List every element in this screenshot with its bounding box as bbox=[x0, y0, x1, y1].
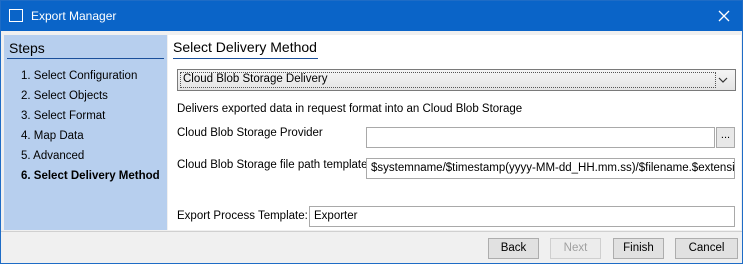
finish-button[interactable]: Finish bbox=[613, 238, 664, 259]
close-icon bbox=[718, 10, 730, 22]
step-select-format[interactable]: 3. Select Format bbox=[21, 110, 105, 122]
step-advanced[interactable]: 5. Advanced bbox=[21, 150, 84, 162]
footer-divider bbox=[1, 231, 742, 232]
steps-divider bbox=[7, 58, 164, 59]
delivery-method-select[interactable]: Cloud Blob Storage Delivery bbox=[177, 69, 736, 91]
provider-field[interactable] bbox=[366, 127, 715, 148]
section-title: Select Delivery Method bbox=[173, 39, 317, 55]
cancel-button[interactable]: Cancel bbox=[675, 238, 738, 259]
process-template-field[interactable]: Exporter bbox=[309, 206, 735, 227]
steps-title: Steps bbox=[9, 40, 45, 56]
provider-label: Cloud Blob Storage Provider bbox=[177, 127, 323, 139]
path-template-field[interactable]: $systemname/$timestamp(yyyy-MM-dd_HH.mm.… bbox=[366, 158, 735, 179]
back-button[interactable]: Back bbox=[488, 238, 539, 259]
delivery-description: Delivers exported data in request format… bbox=[177, 103, 523, 115]
next-button[interactable]: Next bbox=[550, 238, 601, 259]
step-map-data[interactable]: 4. Map Data bbox=[21, 130, 84, 142]
close-button[interactable] bbox=[714, 6, 734, 26]
delivery-method-value: Cloud Blob Storage Delivery bbox=[183, 73, 328, 85]
export-manager-window: Export Manager Steps 1. Select Configura… bbox=[0, 0, 743, 264]
provider-browse-button[interactable]: ... bbox=[716, 127, 735, 148]
step-select-objects[interactable]: 2. Select Objects bbox=[21, 90, 108, 102]
process-template-label: Export Process Template: bbox=[177, 210, 308, 222]
delivery-method-panel: Select Delivery Method Cloud Blob Storag… bbox=[168, 35, 741, 230]
window-title: Export Manager bbox=[31, 9, 117, 23]
step-select-configuration[interactable]: 1. Select Configuration bbox=[21, 70, 137, 82]
title-bar[interactable]: Export Manager bbox=[1, 1, 742, 31]
step-select-delivery-method[interactable]: 6. Select Delivery Method bbox=[21, 170, 160, 182]
steps-sidebar: Steps 1. Select Configuration 2. Select … bbox=[4, 35, 167, 230]
chevron-down-icon bbox=[718, 77, 728, 83]
window-icon bbox=[9, 9, 23, 22]
path-template-label: Cloud Blob Storage file path template bbox=[177, 159, 368, 171]
section-divider bbox=[173, 58, 318, 59]
